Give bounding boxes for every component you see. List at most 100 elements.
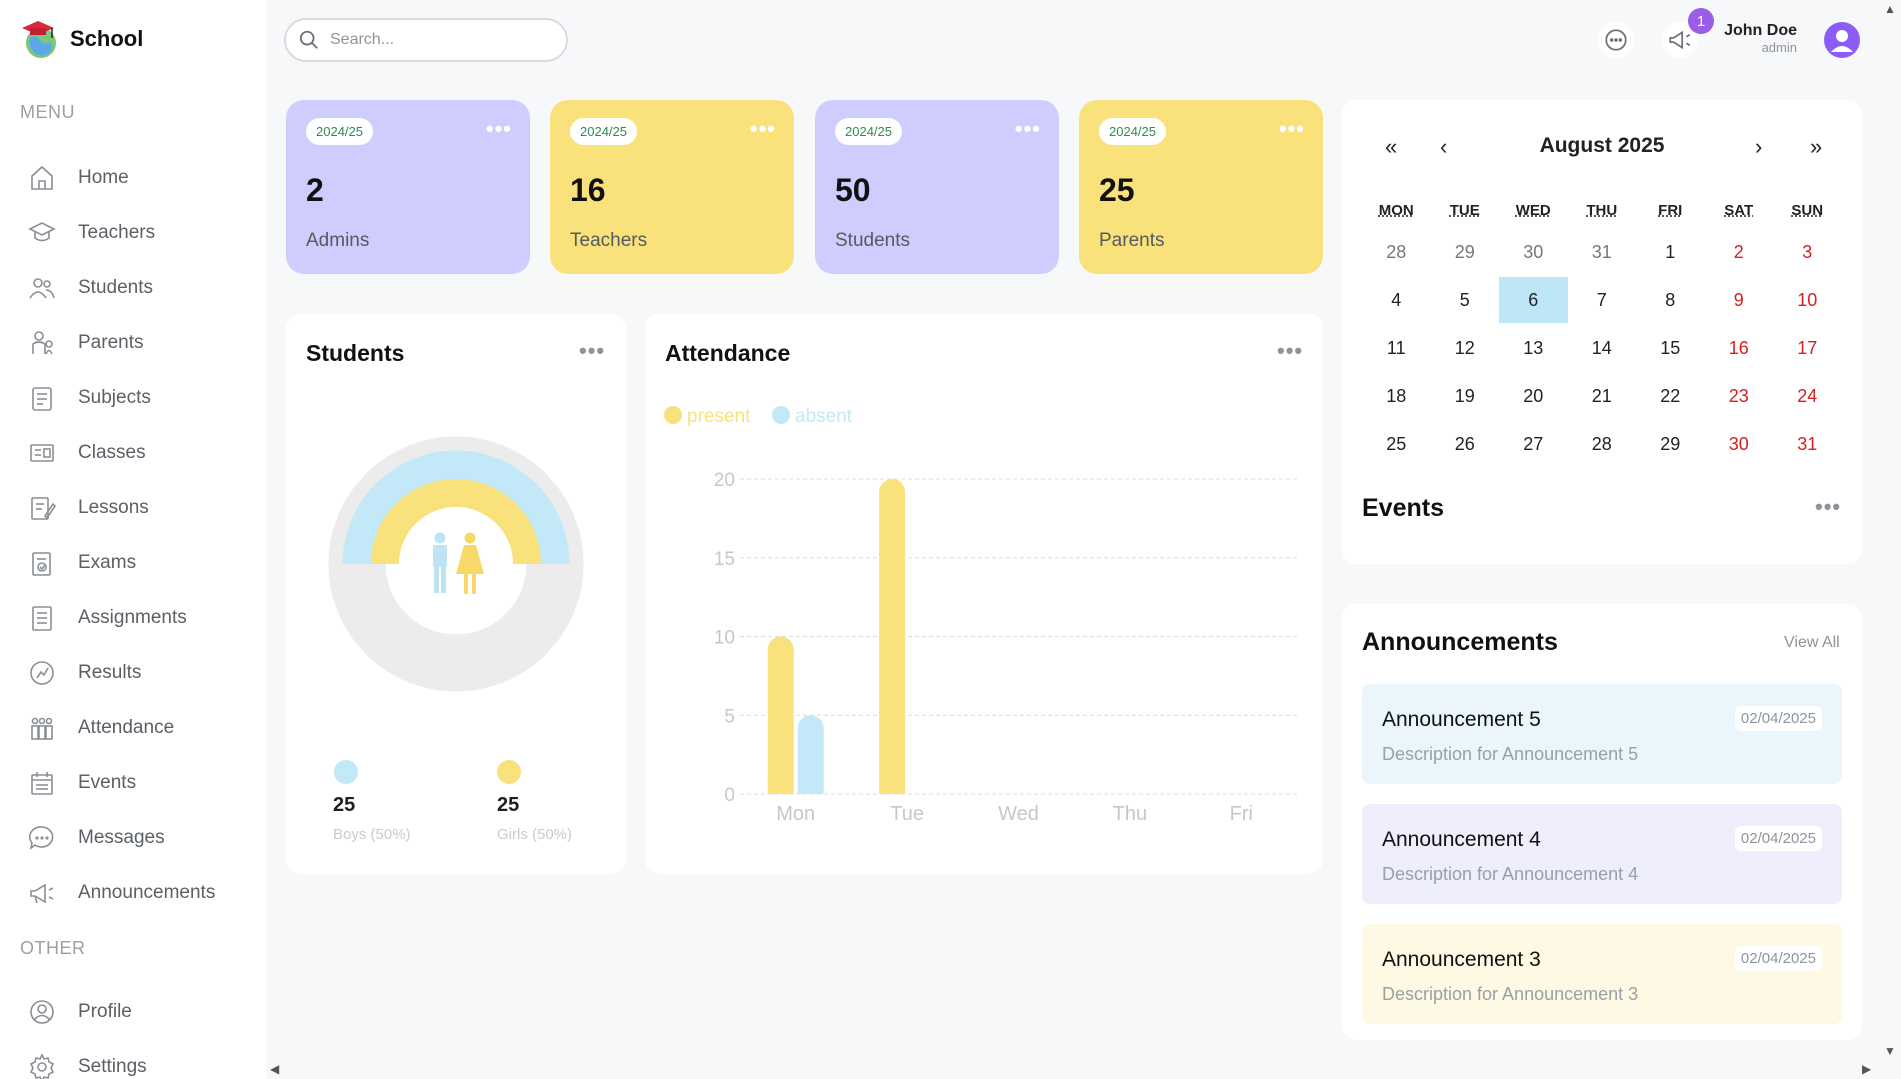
calendar-day[interactable]: 24 <box>1773 373 1842 419</box>
calendar-day[interactable]: 13 <box>1499 325 1568 371</box>
announcement-item[interactable]: Announcement 5 02/04/2025 Description for … <box>1362 684 1842 784</box>
teacher-icon <box>28 222 56 242</box>
profile-icon <box>30 1000 54 1024</box>
calendar-day[interactable]: 21 <box>1568 373 1637 419</box>
assignment-icon <box>32 606 52 631</box>
calendar-day[interactable]: 14 <box>1568 325 1637 371</box>
calendar-day[interactable]: 18 <box>1362 373 1431 419</box>
scroll-left-arrow[interactable]: ◀ <box>270 1062 279 1076</box>
calendar-day[interactable]: 28 <box>1362 229 1431 275</box>
calendar-day[interactable]: 4 <box>1362 277 1431 323</box>
calendar-day[interactable]: 29 <box>1636 421 1705 467</box>
search-icon <box>299 30 318 49</box>
sidebar-item-parents[interactable]: Parents <box>28 323 248 363</box>
search-input[interactable] <box>330 31 550 49</box>
calendar-day[interactable]: 28 <box>1568 421 1637 467</box>
x-tick-label: Fri <box>1230 803 1253 825</box>
sidebar-item-messages[interactable]: Messages <box>28 818 248 858</box>
calendar-day[interactable]: 6 <box>1499 277 1568 323</box>
sidebar-item-subjects[interactable]: Subjects <box>28 378 248 418</box>
sidebar-item-settings[interactable]: Settings <box>28 1047 248 1079</box>
calendar-day[interactable]: 29 <box>1431 229 1500 275</box>
announcement-description: Description for Announcement 3 <box>1382 984 1639 1004</box>
y-tick-label: 15 <box>714 549 735 570</box>
calendar-day[interactable]: 10 <box>1773 277 1842 323</box>
class-icon <box>30 444 54 462</box>
calendar-grid: MON TUE WED THU FRI SAT SUN 28 29 30 31 1 2 3 4 5 6 7 8 9 1… <box>1362 202 1842 467</box>
calendar-day[interactable]: 5 <box>1431 277 1500 323</box>
events-more-icon[interactable]: ••• <box>1815 496 1841 518</box>
calendar-day[interactable]: 30 <box>1705 421 1774 467</box>
search-bar[interactable] <box>284 18 568 62</box>
calendar-day[interactable]: 15 <box>1636 325 1705 371</box>
calendar-day[interactable]: 26 <box>1431 421 1500 467</box>
calendar-day[interactable]: 12 <box>1431 325 1500 371</box>
legend-absent-dot <box>772 406 790 424</box>
lesson-icon <box>31 497 56 520</box>
messages-button[interactable] <box>1598 22 1634 58</box>
calendar-month-title[interactable]: August 2025 <box>1340 134 1864 158</box>
calendar-day[interactable]: 17 <box>1773 325 1842 371</box>
calendar-day[interactable]: 30 <box>1499 229 1568 275</box>
calendar-day[interactable]: 11 <box>1362 325 1431 371</box>
calendar-last-button[interactable]: » <box>1810 134 1822 160</box>
stat-card-more-icon[interactable]: ••• <box>1015 118 1041 140</box>
stat-card-more-icon[interactable]: ••• <box>1279 118 1305 140</box>
stat-card-year: 2024/25 <box>570 118 637 145</box>
calendar-next-button[interactable]: › <box>1755 134 1762 160</box>
calendar-weekday: TUE <box>1449 202 1480 219</box>
calendar-day[interactable]: 22 <box>1636 373 1705 419</box>
attendance-panel: Attendance ••• present absent 0 5 10 15 20 Mon T… <box>645 314 1323 874</box>
sidebar-item-announcements[interactable]: Announcements <box>28 873 248 913</box>
calendar-day[interactable]: 9 <box>1705 277 1774 323</box>
sidebar-item-attendance[interactable]: Attendance <box>28 708 248 748</box>
sidebar-item-results[interactable]: Results <box>28 653 248 693</box>
sidebar-item-profile[interactable]: Profile <box>28 992 248 1032</box>
sidebar-item-classes[interactable]: Classes <box>28 433 248 473</box>
calendar-day[interactable]: 20 <box>1499 373 1568 419</box>
calendar-day[interactable]: 2 <box>1705 229 1774 275</box>
announcement-title: Announcement 4 <box>1382 828 1541 851</box>
y-tick-label: 20 <box>714 470 735 491</box>
calendar-day[interactable]: 7 <box>1568 277 1637 323</box>
sidebar-item-assignments[interactable]: Assignments <box>28 598 248 638</box>
calendar-day[interactable]: 23 <box>1705 373 1774 419</box>
announcement-description: Description for Announcement 5 <box>1382 744 1639 764</box>
stat-card-label: Parents <box>1099 230 1165 251</box>
students-more-icon[interactable]: ••• <box>579 340 605 362</box>
calendar-day[interactable]: 31 <box>1773 421 1842 467</box>
app-logo[interactable]: School <box>20 18 143 60</box>
stat-card-students: 2024/25 ••• 50 Students <box>815 100 1059 274</box>
sidebar-item-events[interactable]: Events <box>28 763 248 803</box>
sidebar-item-home[interactable]: Home <box>28 158 248 198</box>
calendar-day[interactable]: 1 <box>1636 229 1705 275</box>
stat-card-value: 2 <box>306 172 324 208</box>
announcement-item[interactable]: Announcement 3 02/04/2025 Description for … <box>1362 924 1842 1024</box>
calendar-day[interactable]: 27 <box>1499 421 1568 467</box>
calendar-day[interactable]: 3 <box>1773 229 1842 275</box>
sidebar-item-teachers[interactable]: Teachers <box>28 213 248 253</box>
scroll-down-arrow[interactable]: ▼ <box>1884 1044 1896 1058</box>
calendar-day[interactable]: 16 <box>1705 325 1774 371</box>
boys-count: 25 <box>333 794 356 816</box>
sidebar-item-label: Exams <box>78 552 137 573</box>
legend-present-dot <box>664 406 682 424</box>
sidebar-item-students[interactable]: Students <box>28 268 248 308</box>
calendar-day[interactable]: 19 <box>1431 373 1500 419</box>
sidebar-item-exams[interactable]: Exams <box>28 543 248 583</box>
stat-card-more-icon[interactable]: ••• <box>750 118 776 140</box>
announcement-item[interactable]: Announcement 4 02/04/2025 Description for … <box>1362 804 1842 904</box>
sidebar-item-label: Settings <box>78 1056 147 1077</box>
sidebar-item-label: Parents <box>78 332 144 353</box>
stat-card-more-icon[interactable]: ••• <box>486 118 512 140</box>
view-all-link[interactable]: View All <box>1784 634 1840 652</box>
scroll-up-arrow[interactable]: ▲ <box>1884 2 1896 16</box>
calendar-day[interactable]: 25 <box>1362 421 1431 467</box>
bar-present-mon <box>767 636 794 794</box>
user-avatar-icon <box>1831 30 1853 52</box>
avatar[interactable] <box>1824 22 1860 58</box>
calendar-day[interactable]: 31 <box>1568 229 1637 275</box>
scroll-right-arrow[interactable]: ▶ <box>1862 1062 1871 1076</box>
calendar-day[interactable]: 8 <box>1636 277 1705 323</box>
sidebar-item-lessons[interactable]: Lessons <box>28 488 248 528</box>
